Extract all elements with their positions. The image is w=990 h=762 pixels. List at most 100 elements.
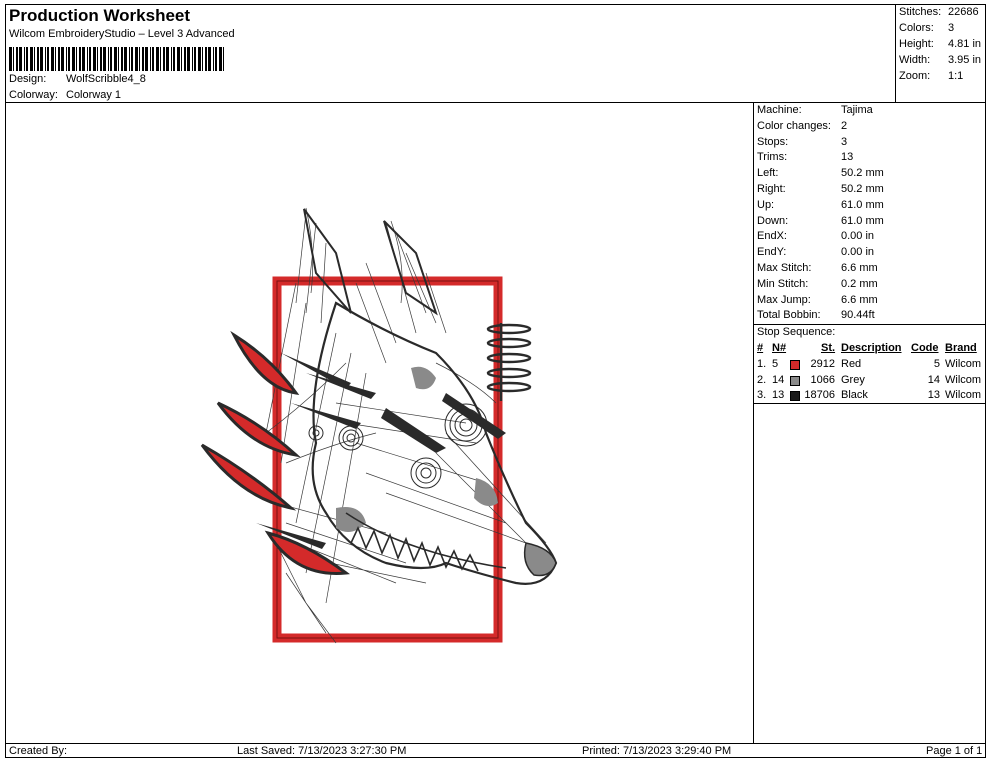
stop-brand: Wilcom xyxy=(945,358,982,370)
stop-code: 13 xyxy=(927,389,940,401)
info-label: Down: xyxy=(757,214,789,227)
barcode xyxy=(9,47,224,71)
info-label: Stops: xyxy=(757,135,789,148)
info-value: 61.0 mm xyxy=(841,214,884,227)
wolf-embroidery-image xyxy=(200,207,558,644)
info-row: EndX: 0.00 in xyxy=(757,230,874,242)
info-value: 0.2 mm xyxy=(841,277,878,290)
summary-row: Height: 4.81 in xyxy=(899,38,981,50)
summary-row: Zoom: 1:1 xyxy=(899,70,963,82)
printed-date: Printed: 7/13/2023 3:29:40 PM xyxy=(582,745,732,757)
info-row: Max Stitch: 6.6 mm xyxy=(757,262,878,274)
stop-stitches: 1066 xyxy=(810,373,835,386)
info-label: Up: xyxy=(757,198,775,211)
info-row: Down: 61.0 mm xyxy=(757,215,884,227)
stop-brand: Wilcom xyxy=(945,389,982,401)
summary-value: 1:1 xyxy=(948,70,964,82)
info-row: Max Jump: 6.6 mm xyxy=(757,294,878,306)
design-value: WolfScribble4_8 xyxy=(66,73,146,85)
colorway-row: Colorway: Colorway 1 xyxy=(9,89,121,101)
stop-sequence: Stop Sequence: # N# St. Description Code… xyxy=(754,325,986,404)
stop-code: 14 xyxy=(927,373,940,386)
summary-value: 22686 xyxy=(948,6,979,18)
summary-label: Width: xyxy=(899,54,931,66)
stop-num: 1. xyxy=(757,358,767,370)
info-value: 90.44ft xyxy=(841,309,875,322)
info-label: Max Jump: xyxy=(757,293,811,306)
summary-value: 4.81 in xyxy=(948,38,982,50)
stop-brand: Wilcom xyxy=(945,373,982,386)
col-brand: Brand xyxy=(945,342,977,354)
info-panel: Machine: Tajima Color changes: 2 Stops: 3 Trim… xyxy=(754,103,986,743)
summary-label: Stitches: xyxy=(899,6,942,18)
info-row: Total Bobbin: 90.44ft xyxy=(757,309,875,321)
col-needle: N# xyxy=(772,342,787,354)
stop-needle: 14 xyxy=(772,373,785,386)
summary-row: Colors: 3 xyxy=(899,22,954,34)
info-label: Left: xyxy=(757,167,779,180)
col-stitches: St. xyxy=(821,342,836,354)
stop-row: 1. 5 2912 Red 5 Wilcom xyxy=(754,358,986,374)
design-row: Design: WolfScribble4_8 xyxy=(9,73,146,85)
info-label: Color changes: xyxy=(757,119,831,132)
info-value: 6.6 mm xyxy=(841,293,878,306)
stop-stitches: 18706 xyxy=(804,389,835,401)
info-row: Machine: Tajima xyxy=(757,104,873,116)
stop-row: 3. 13 18706 Black 13 Wilcom xyxy=(754,389,986,405)
red-frame xyxy=(272,276,503,643)
stop-num: 3. xyxy=(757,389,767,401)
summary-value: 3 xyxy=(948,22,955,34)
stop-code: 5 xyxy=(933,358,940,370)
header: Production Worksheet Wilcom EmbroiderySt… xyxy=(6,5,895,103)
color-swatch xyxy=(790,375,800,386)
info-value: 13 xyxy=(841,151,854,164)
info-label: Machine: xyxy=(757,104,802,116)
info-row: Trims: 13 xyxy=(757,151,853,163)
info-value: 3 xyxy=(841,135,848,148)
info-row: Up: 61.0 mm xyxy=(757,199,884,211)
info-row: Color changes: 2 xyxy=(757,120,847,132)
info-row: Left: 50.2 mm xyxy=(757,167,884,179)
info-value: Tajima xyxy=(841,104,873,116)
summary-label: Height: xyxy=(899,38,934,50)
color-swatch xyxy=(790,391,800,401)
col-num: # xyxy=(757,342,764,354)
info-value: 61.0 mm xyxy=(841,198,884,211)
stop-stitches: 2912 xyxy=(810,358,835,370)
col-description: Description xyxy=(841,342,902,354)
info-value: 50.2 mm xyxy=(841,167,884,180)
grey-patch xyxy=(411,366,436,390)
summary-row: Width: 3.95 in xyxy=(899,54,981,66)
color-swatch xyxy=(790,360,800,370)
stop-sequence-title: Stop Sequence: xyxy=(757,326,836,338)
machine-info-table: Machine: Tajima Color changes: 2 Stops: 3 Trim… xyxy=(754,103,986,325)
page-number: Page 1 of 1 xyxy=(926,745,983,757)
info-value: 0.00 in xyxy=(841,246,875,259)
info-row: Stops: 3 xyxy=(757,136,847,148)
teeth xyxy=(345,512,507,572)
info-row: Right: 50.2 mm xyxy=(757,183,884,195)
stop-needle: 5 xyxy=(772,358,779,370)
summary-row: Stitches: 22686 xyxy=(899,6,979,18)
summary-value: 3.95 in xyxy=(948,54,982,66)
created-by: Created By: xyxy=(9,745,68,757)
stop-num: 2. xyxy=(757,373,767,386)
info-label: EndY: xyxy=(757,246,787,259)
summary-label: Zoom: xyxy=(899,70,931,82)
stop-needle: 13 xyxy=(772,389,785,401)
info-row: EndY: 0.00 in xyxy=(757,246,874,258)
info-value: 50.2 mm xyxy=(841,183,884,195)
colorway-value: Colorway 1 xyxy=(66,89,122,101)
page-title: Production Worksheet xyxy=(9,6,191,25)
info-value: 0.00 in xyxy=(841,230,875,243)
info-label: EndX: xyxy=(757,230,787,243)
design-label: Design: xyxy=(9,73,47,85)
colorway-label: Colorway: xyxy=(9,89,58,101)
worksheet: Production Worksheet Wilcom EmbroiderySt… xyxy=(5,4,986,758)
info-label: Max Stitch: xyxy=(757,262,812,274)
info-label: Min Stitch: xyxy=(757,277,809,290)
software-subtitle: Wilcom EmbroideryStudio – Level 3 Advanc… xyxy=(9,28,235,40)
summary-label: Colors: xyxy=(899,22,934,34)
stop-description: Grey xyxy=(841,373,865,386)
stop-description: Black xyxy=(841,389,868,401)
